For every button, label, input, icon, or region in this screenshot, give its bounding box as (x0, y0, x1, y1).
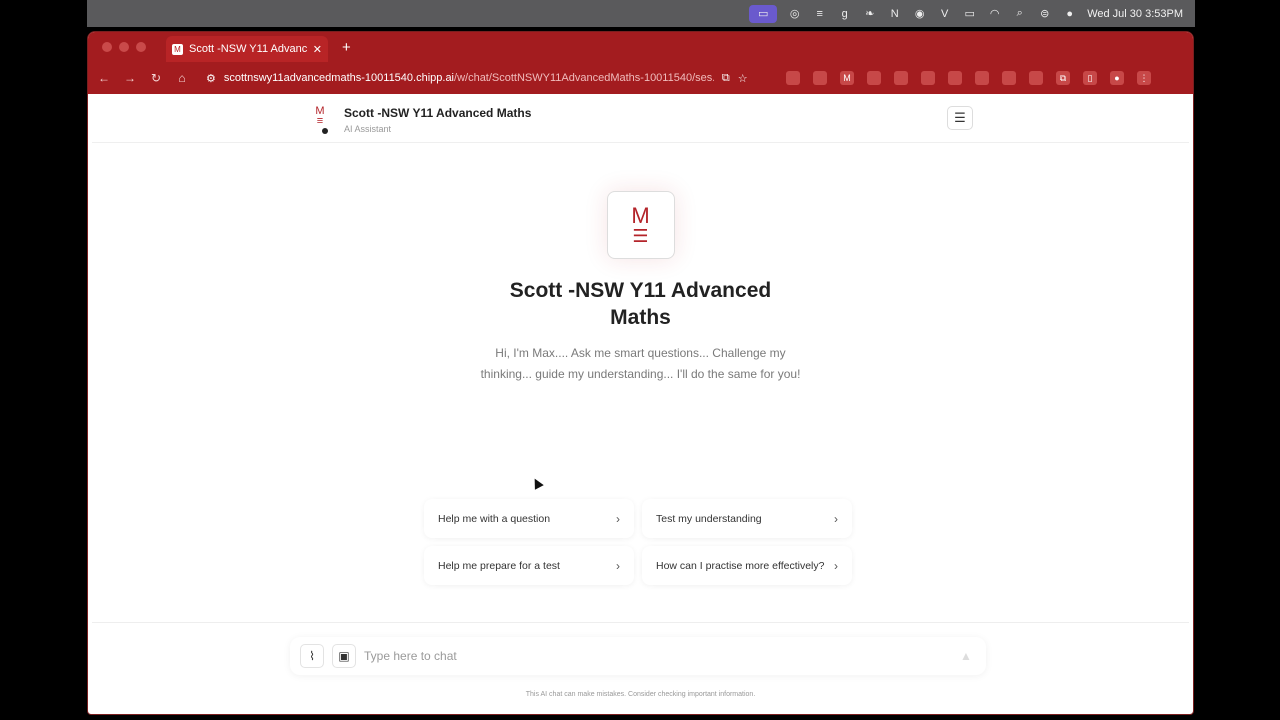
address-bar[interactable]: ⚙ scottnswy11advancedmaths-10011540.chip… (202, 66, 762, 90)
extension-icon[interactable] (921, 71, 935, 85)
suggestion-button[interactable]: Help me prepare for a test › (424, 546, 634, 585)
v-icon[interactable]: V (937, 7, 952, 20)
attach-file-button[interactable]: ⌇ (300, 644, 324, 668)
browser-window: M Scott -NSW Y11 Advanced M ✕ + ← → ↻ ⌂ … (87, 31, 1194, 715)
forward-icon[interactable]: → (124, 71, 136, 85)
extensions-puzzle-icon[interactable]: ⧉ (1056, 71, 1070, 85)
zoom-window-button[interactable] (136, 42, 146, 52)
app-brand[interactable]: M ≡ Scott -NSW Y11 Advanced Maths AI Ass… (314, 106, 531, 134)
side-panel-icon[interactable]: ▯ (1083, 71, 1097, 85)
screen-mirror-icon[interactable]: ▭ (749, 4, 778, 23)
hamburger-icon: ☰ (954, 110, 966, 125)
menubar-status-items: ▭ ◎ ≡ g ❧ N ◉ V ▭ ◠ ⌕ ⊜ ● Wed Jul 30 3:5… (749, 4, 1183, 23)
extension-icon[interactable] (1002, 71, 1016, 85)
paperclip-icon: ⌇ (309, 649, 315, 663)
chat-composer: ⌇ ▣ ▲ (290, 637, 986, 675)
ai-disclaimer: This AI chat can make mistakes. Consider… (525, 691, 756, 698)
app-logo: M ≡ (314, 106, 328, 134)
web-page: M ≡ Scott -NSW Y11 Advanced Maths AI Ass… (92, 94, 1189, 708)
extension-icon[interactable] (894, 71, 908, 85)
extension-icon[interactable] (786, 71, 800, 85)
chat-input[interactable] (364, 649, 948, 663)
new-tab-button[interactable]: + (342, 39, 351, 56)
circle-icon[interactable]: ◉ (912, 7, 927, 20)
tab-favicon-icon: M (172, 43, 183, 55)
app-header: M ≡ Scott -NSW Y11 Advanced Maths AI Ass… (92, 94, 1189, 143)
install-app-icon[interactable]: ⧉ (722, 72, 730, 85)
profile-avatar-icon[interactable]: ● (1110, 71, 1124, 85)
welcome-hero: M ☰ Scott -NSW Y11 Advanced Maths Hi, I'… (92, 191, 1189, 384)
wifi-icon[interactable]: ◠ (987, 7, 1002, 20)
extension-icon[interactable] (867, 71, 881, 85)
chevron-right-icon: › (616, 558, 620, 573)
chat-composer-area: ⌇ ▣ ▲ This AI chat can make mistakes. Co… (92, 622, 1189, 712)
assistant-title: Scott -NSW Y11 Advanced Maths (509, 279, 772, 329)
active-tab[interactable]: M Scott -NSW Y11 Advanced M ✕ (166, 36, 328, 62)
send-icon[interactable]: ▲ (956, 646, 976, 666)
reload-icon[interactable]: ↻ (150, 71, 162, 85)
browser-menu-icon[interactable]: ⋮ (1137, 71, 1151, 85)
back-icon[interactable]: ← (98, 71, 110, 85)
menubar-clock[interactable]: Wed Jul 30 3:53PM (1087, 8, 1183, 20)
suggestion-grid: Help me with a question › Test my unders… (424, 499, 852, 585)
hamburger-menu-button[interactable]: ☰ (947, 106, 973, 130)
address-url[interactable]: scottnswy11advancedmaths-10011540.chipp.… (224, 72, 714, 84)
attach-image-button[interactable]: ▣ (332, 644, 356, 668)
assistant-logo: M ☰ (606, 191, 675, 259)
window-controls (102, 42, 146, 52)
browser-toolbar: ← → ↻ ⌂ ⚙ scottnswy11advancedmaths-10011… (88, 62, 1193, 94)
tab-strip: M Scott -NSW Y11 Advanced M ✕ + (88, 32, 1193, 62)
chevron-right-icon: › (616, 511, 620, 526)
chevron-right-icon: › (834, 558, 838, 573)
image-icon: ▣ (338, 649, 350, 663)
tab-title: Scott -NSW Y11 Advanced M (189, 43, 307, 55)
minimize-window-button[interactable] (119, 42, 129, 52)
home-icon[interactable]: ⌂ (176, 71, 188, 85)
siri-icon[interactable]: ● (1062, 7, 1077, 20)
control-center-icon[interactable]: ⊜ (1037, 7, 1052, 20)
gmail-extension-icon[interactable]: M (840, 71, 854, 85)
macos-menu-bar: ▭ ◎ ≡ g ❧ N ◉ V ▭ ◠ ⌕ ⊜ ● Wed Jul 30 3:5… (87, 0, 1195, 27)
extension-icon[interactable] (813, 71, 827, 85)
assistant-greeting: Hi, I'm Max.... Ask me smart questions..… (480, 346, 801, 381)
notion-icon[interactable]: N (887, 7, 902, 20)
suggestion-button[interactable]: How can I practise more effectively? › (642, 546, 852, 585)
suggestion-button[interactable]: Help me with a question › (424, 499, 634, 538)
suggestion-button[interactable]: Test my understanding › (642, 499, 852, 538)
status-dot-icon (322, 128, 328, 134)
app-subtitle: AI Assistant (344, 124, 392, 134)
chatgpt-icon[interactable]: ◎ (787, 7, 802, 20)
text-icon[interactable]: ≡ (812, 7, 827, 20)
search-icon[interactable]: ⌕ (1012, 7, 1027, 20)
site-settings-icon[interactable]: ⚙ (206, 72, 216, 85)
leaf-icon[interactable]: ❧ (862, 7, 877, 20)
app-title: Scott -NSW Y11 Advanced Maths (344, 106, 532, 120)
extension-icon[interactable] (975, 71, 989, 85)
bookmark-star-icon[interactable]: ☆ (738, 72, 748, 85)
extension-icon[interactable] (1029, 71, 1043, 85)
tab-close-icon[interactable]: ✕ (313, 43, 322, 56)
close-window-button[interactable] (102, 42, 112, 52)
extensions-row: M ⧉ ▯ ● ⋮ (786, 71, 1151, 85)
battery-icon[interactable]: ▭ (962, 7, 977, 20)
mouse-cursor-icon (530, 476, 544, 490)
chevron-right-icon: › (834, 511, 838, 526)
grammarly-icon[interactable]: g (837, 7, 852, 20)
extension-icon[interactable] (948, 71, 962, 85)
